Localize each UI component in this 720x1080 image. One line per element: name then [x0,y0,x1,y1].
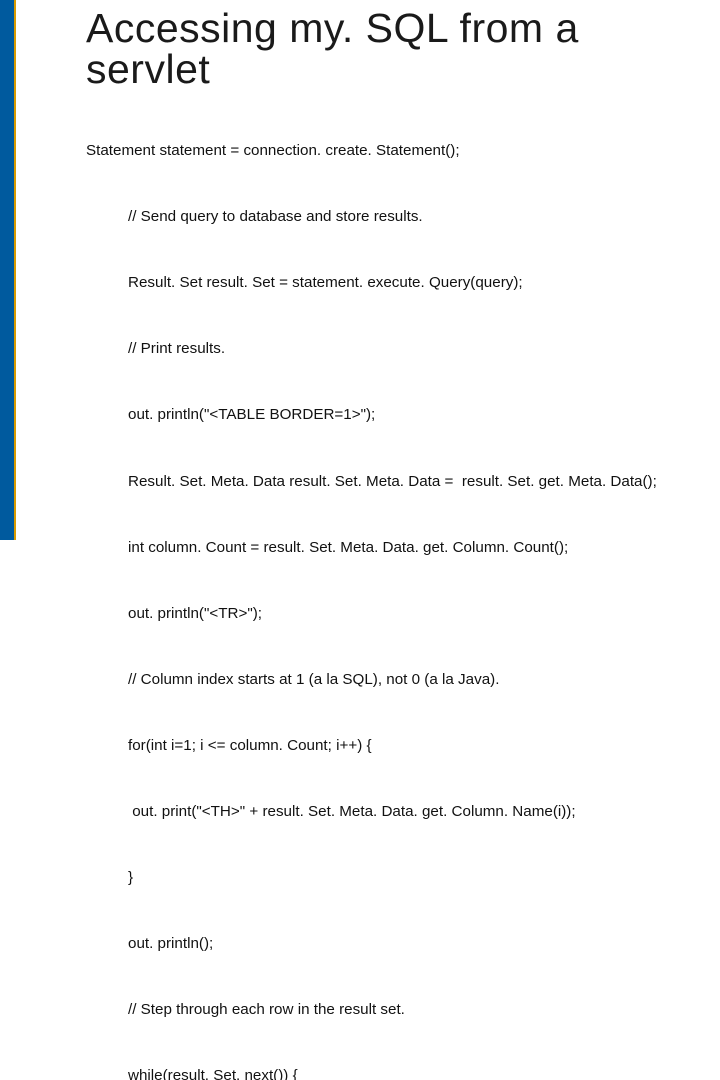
slide-title: Accessing my. SQL from a servlet [86,8,680,90]
code-line: // Step through each row in the result s… [86,999,680,1021]
sidebar-accent [0,0,14,540]
code-line: while(result. Set. next()) { [86,1065,680,1080]
code-line: // Send query to database and store resu… [86,206,680,228]
code-line: Statement statement = connection. create… [86,140,680,162]
code-line: for(int i=1; i <= column. Count; i++) { [86,735,680,757]
code-line: out. print("<TH>" + result. Set. Meta. D… [86,801,680,823]
code-line: out. println("<TR>"); [86,603,680,625]
code-line: // Column index starts at 1 (a la SQL), … [86,669,680,691]
code-line: out. println(); [86,933,680,955]
code-line: Result. Set result. Set = statement. exe… [86,272,680,294]
code-block: Statement statement = connection. create… [86,96,680,1080]
code-line: } [86,867,680,889]
code-line: Result. Set. Meta. Data result. Set. Met… [86,471,680,493]
slide-body: Accessing my. SQL from a servlet Stateme… [16,0,720,540]
code-line: // Print results. [86,338,680,360]
code-line: out. println("<TABLE BORDER=1>"); [86,404,680,426]
